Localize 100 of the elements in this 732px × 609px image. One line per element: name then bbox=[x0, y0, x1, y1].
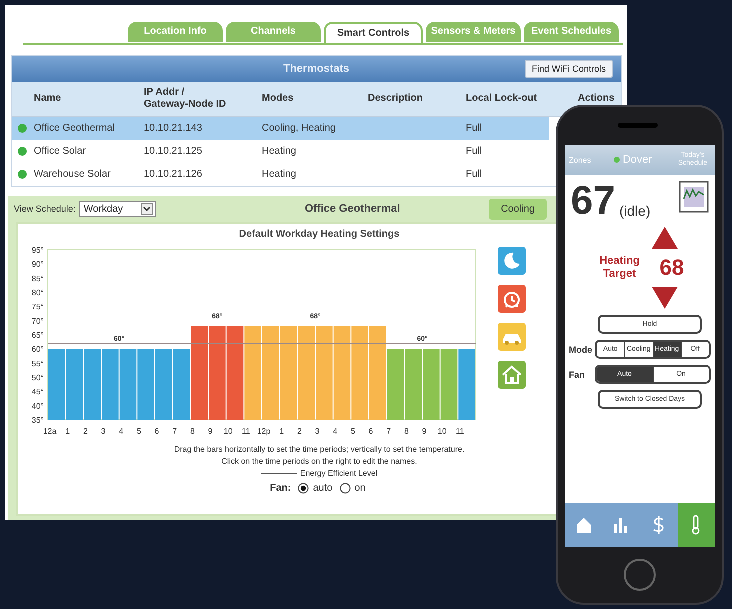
cooling-button[interactable]: Cooling bbox=[489, 198, 547, 220]
chart-bar bbox=[84, 349, 101, 420]
table-cell-text: Full bbox=[466, 123, 484, 134]
axis-label: 5 bbox=[350, 427, 356, 436]
axis-label: 4 bbox=[119, 427, 124, 436]
legend-label: Energy Efficient Level bbox=[300, 469, 378, 478]
axis-label: 11 bbox=[242, 427, 250, 436]
chart-title: Default Workday Heating Settings bbox=[239, 229, 400, 240]
chart-bar bbox=[156, 349, 172, 420]
view-label: View Schedule: bbox=[14, 204, 76, 214]
axis-label: 80° bbox=[32, 288, 44, 298]
target-temperature: 68 bbox=[660, 255, 684, 281]
column-header: Description bbox=[368, 93, 424, 105]
chart-bar bbox=[48, 349, 66, 420]
axis-label: 1 bbox=[280, 427, 284, 436]
chart-bar bbox=[120, 349, 137, 420]
find-wifi-button[interactable]: Find WiFi Controls bbox=[524, 60, 613, 78]
table-cell-text: 10.10.21.143 bbox=[144, 123, 204, 134]
chart-bar bbox=[173, 349, 190, 420]
target-label: Heating Target bbox=[598, 255, 641, 281]
status-dot bbox=[614, 157, 620, 163]
axis-label: 3 bbox=[315, 427, 320, 436]
axis-label: 7 bbox=[386, 427, 392, 436]
column-header: IP Addr / Gateway-Node ID bbox=[144, 87, 228, 111]
chart-bar bbox=[138, 349, 154, 420]
column-header: Actions bbox=[578, 93, 616, 105]
axis-label: 40° bbox=[32, 402, 44, 411]
axis-label: 8 bbox=[190, 427, 195, 436]
column-header: Local Lock-out bbox=[466, 93, 538, 105]
axis-label: 55° bbox=[32, 359, 44, 368]
state-label: (idle) bbox=[620, 203, 652, 219]
instruction-text: Click on the time periods on the right to edit the names. bbox=[222, 456, 418, 468]
axis-label: 12p bbox=[257, 427, 271, 436]
table-cell-text: Cooling, Heating bbox=[262, 123, 337, 134]
line-chart-icon bbox=[679, 181, 709, 213]
moon-icon[interactable] bbox=[498, 247, 526, 275]
axis-label: 9 bbox=[422, 427, 427, 436]
legend-line-icon bbox=[261, 472, 298, 476]
radio-label: auto bbox=[313, 483, 333, 494]
car-icon[interactable] bbox=[498, 323, 526, 351]
axis-label: 3 bbox=[101, 427, 106, 436]
table-cell-text: 10.10.21.125 bbox=[144, 146, 204, 157]
tab[interactable]: Smart Controls bbox=[324, 22, 423, 43]
axis-label: 70° bbox=[32, 316, 44, 326]
table-title: Thermostats bbox=[283, 63, 350, 75]
chart-bar bbox=[458, 349, 476, 420]
axis-label: 9 bbox=[208, 427, 213, 436]
axis-label: 45° bbox=[32, 388, 44, 397]
axis-label: 75° bbox=[32, 302, 44, 312]
up-triangle-icon bbox=[652, 227, 678, 249]
instruction-text: Drag the bars horizontally to set the time periods; vertically to set the temperature. bbox=[174, 444, 465, 456]
chart-bar bbox=[440, 349, 458, 420]
radio-label: on bbox=[354, 483, 366, 494]
axis-label: 6 bbox=[154, 427, 160, 436]
schedule-title: Office Geothermal bbox=[304, 203, 400, 215]
axis-label: 12a bbox=[43, 427, 57, 436]
table-cell-text: 10.10.21.126 bbox=[144, 169, 204, 180]
row-label: Fan bbox=[569, 370, 586, 380]
schedule-select[interactable]: Workday bbox=[78, 201, 156, 217]
axis-label: 50° bbox=[32, 374, 44, 382]
axis-label: 8 bbox=[404, 427, 409, 436]
fan-label: Fan: bbox=[270, 483, 292, 494]
table-cell-text: Warehouse Solar bbox=[34, 169, 112, 180]
current-temperature: 67 bbox=[571, 181, 616, 221]
chart-bar bbox=[66, 349, 84, 420]
nav-tab[interactable] bbox=[678, 503, 715, 547]
down-triangle-icon bbox=[652, 287, 678, 309]
radio-button[interactable] bbox=[298, 483, 310, 494]
axis-label: 2 bbox=[297, 427, 302, 436]
axis-label: 6 bbox=[368, 427, 374, 436]
axis-label: 7 bbox=[172, 427, 178, 436]
speaker-slot bbox=[618, 123, 658, 128]
table-cell-text: Heating bbox=[262, 169, 298, 180]
chart-bar bbox=[405, 349, 422, 420]
alarm-clock-icon[interactable] bbox=[498, 285, 526, 313]
axis-label: 4 bbox=[333, 427, 338, 436]
row-label: Mode bbox=[569, 344, 591, 354]
axis-label: 1 bbox=[66, 427, 70, 436]
table-row[interactable]: Office Geothermal 10.10.21.143 Cooling, Heating Full bbox=[12, 117, 549, 140]
axis-label: 95° bbox=[32, 246, 44, 255]
axis-label: 2 bbox=[83, 427, 88, 436]
column-header: Name bbox=[34, 93, 62, 105]
radio-button[interactable] bbox=[340, 483, 351, 494]
table-cell-text: Office Geothermal bbox=[34, 123, 116, 134]
home-button[interactable] bbox=[624, 559, 656, 591]
axis-label: 85° bbox=[32, 274, 44, 284]
house-icon[interactable] bbox=[498, 361, 526, 389]
chart-bar bbox=[387, 349, 404, 420]
zone-name: Dover bbox=[622, 154, 652, 166]
axis-label: 5 bbox=[136, 427, 142, 436]
column-header: Modes bbox=[262, 93, 295, 105]
axis-label: 35° bbox=[32, 416, 44, 425]
table-cell-text: Full bbox=[466, 169, 484, 180]
axis-label: 90° bbox=[32, 260, 44, 270]
table-cell-text: Heating bbox=[262, 146, 298, 157]
chart-bar bbox=[102, 349, 119, 420]
table-cell-text: Office Solar bbox=[34, 146, 88, 157]
axis-label: 11 bbox=[456, 427, 464, 436]
axis-label: 60° bbox=[32, 345, 44, 354]
table-cell-text: Full bbox=[466, 146, 484, 157]
